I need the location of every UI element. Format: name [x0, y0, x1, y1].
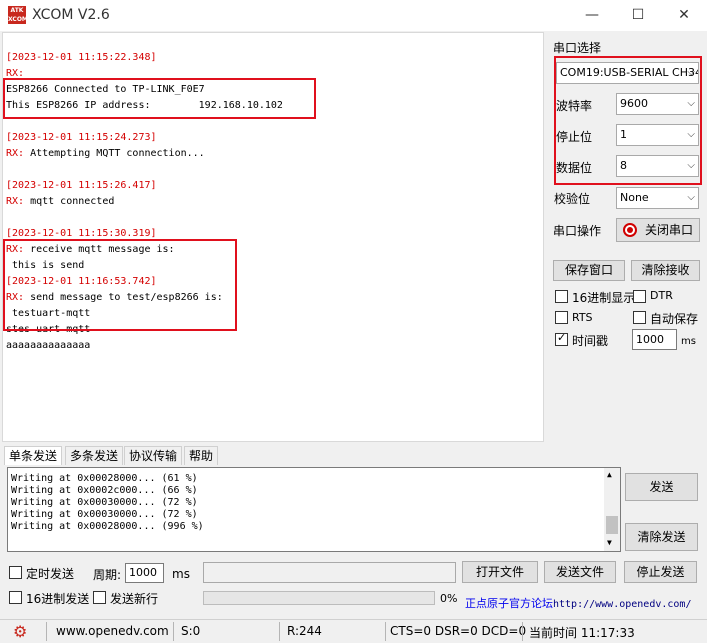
timestamp-line: [2023-12-01 11:15:22.348]	[6, 52, 157, 63]
gear-icon[interactable]: ⚙	[13, 622, 27, 641]
send-newline-label: 发送新行	[110, 592, 159, 606]
chevron-down-icon: ⌵	[687, 98, 695, 109]
dtr-label: DTR	[650, 289, 673, 302]
receive-line: aaaaaaaaaaaaaa	[6, 340, 91, 351]
rts-checkbox[interactable]	[555, 311, 568, 324]
timestamp-line: [2023-12-01 11:15:24.273]	[6, 132, 157, 143]
send-file-button[interactable]: 发送文件	[544, 561, 616, 583]
forum-link[interactable]: 正点原子官方论坛http://www.openedv.com/	[465, 595, 691, 611]
period-label: 周期:	[93, 568, 122, 582]
status-current-time: 当前时间 11:17:33	[529, 626, 635, 640]
send-line: Writing at 0x00028000... (996 %)	[11, 521, 204, 532]
status-site[interactable]: www.openedv.com	[56, 624, 169, 638]
auto-save-checkbox[interactable]	[633, 311, 646, 324]
dtr-checkbox[interactable]	[633, 290, 646, 303]
clear-receive-button[interactable]: 清除接收	[631, 260, 700, 281]
send-button[interactable]: 发送	[625, 473, 698, 501]
timestamp-checkbox[interactable]	[555, 331, 568, 346]
send-textarea[interactable]: Writing at 0x00028000... (61 %) Writing …	[7, 467, 621, 552]
chevron-down-icon: ⌵	[687, 192, 695, 203]
clear-send-button[interactable]: 清除发送	[625, 523, 698, 551]
data-bits-select[interactable]: 8 ⌵	[616, 155, 699, 177]
baud-select[interactable]: 9600 ⌵	[616, 93, 699, 115]
app-logo-icon: ATK XCOM	[8, 6, 28, 24]
parity-label: 校验位	[554, 192, 591, 206]
forum-link-url: http://www.openedv.com/	[553, 599, 692, 610]
timestamp-line: [2023-12-01 11:15:26.417]	[6, 180, 157, 191]
close-port-button[interactable]: 关闭串口	[616, 218, 700, 242]
period-unit: ms	[172, 567, 190, 581]
send-newline-checkbox[interactable]	[93, 591, 106, 604]
receive-text: mqtt connected	[24, 196, 115, 207]
hex-display-label: 16进制显示	[572, 291, 636, 305]
maximize-button[interactable]: ☐	[615, 0, 661, 31]
port-op-label: 串口操作	[553, 224, 602, 238]
chevron-down-icon: ⌵	[687, 67, 695, 78]
send-line: Writing at 0x00030000... (72 %)	[11, 509, 198, 520]
open-file-button[interactable]: 打开文件	[462, 561, 538, 583]
send-line: Writing at 0x00030000... (72 %)	[11, 497, 198, 508]
hex-display-checkbox[interactable]	[555, 290, 568, 303]
stop-bits-select[interactable]: 1 ⌵	[616, 124, 699, 146]
timestamp-interval-input[interactable]: 1000	[632, 329, 677, 350]
port-value: COM19:USB-SERIAL CH34	[560, 66, 699, 79]
record-icon	[623, 223, 637, 237]
tab-multi-send[interactable]: 多条发送	[65, 446, 124, 465]
rts-label: RTS	[572, 311, 593, 324]
status-signals: CTS=0 DSR=0 DCD=0	[390, 624, 527, 638]
status-bar: ⚙ www.openedv.com S:0 R:244 CTS=0 DSR=0 …	[0, 619, 707, 643]
rx-tag: RX:	[6, 196, 25, 207]
scroll-thumb[interactable]	[606, 516, 618, 534]
send-progress-bar	[203, 591, 435, 605]
stop-bits-label: 停止位	[556, 130, 593, 144]
close-button[interactable]: ✕	[661, 0, 707, 31]
file-path-input[interactable]	[203, 562, 456, 583]
stop-bits-value: 1	[620, 128, 627, 141]
progress-percent: 0%	[440, 592, 458, 605]
send-line: Writing at 0x00028000... (61 %)	[11, 473, 198, 484]
chevron-down-icon: ⌵	[687, 129, 695, 140]
hex-send-label: 16进制发送	[26, 592, 90, 606]
baud-label: 波特率	[556, 99, 593, 113]
status-sent-count: S:0	[181, 624, 201, 638]
status-received-count: R:244	[287, 624, 322, 638]
timestamp-unit: ms	[681, 336, 696, 347]
timestamp-label: 时间戳	[572, 334, 609, 348]
timed-send-checkbox[interactable]	[9, 566, 22, 579]
save-window-button[interactable]: 保存窗口	[553, 260, 625, 281]
tab-single-send[interactable]: 单条发送	[4, 446, 63, 465]
port-select[interactable]: COM19:USB-SERIAL CH34 ⌵	[556, 62, 699, 84]
minimize-button[interactable]: —	[569, 0, 615, 31]
rx-tag: RX:	[6, 148, 25, 159]
parity-value: None	[620, 191, 649, 204]
timed-send-label: 定时发送	[26, 567, 75, 581]
forum-link-text: 正点原子官方论坛	[465, 597, 553, 610]
auto-save-label: 自动保存	[650, 312, 699, 326]
title-bar: ATK XCOM XCOM V2.6 — ☐ ✕	[0, 0, 707, 31]
receive-area[interactable]: [2023-12-01 11:15:22.348] RX: ESP8266 Co…	[2, 32, 544, 442]
stop-send-button[interactable]: 停止发送	[624, 561, 697, 583]
send-line: Writing at 0x0002c000... (66 %)	[11, 485, 198, 496]
parity-select[interactable]: None ⌵	[616, 187, 699, 209]
close-port-label: 关闭串口	[645, 223, 694, 237]
scroll-down-icon[interactable]: ▼	[607, 538, 612, 547]
receive-line: RX: Attempting MQTT connection...	[6, 148, 205, 160]
receive-line: RX: mqtt connected	[6, 196, 114, 208]
receive-text: Attempting MQTT connection...	[24, 148, 205, 159]
hex-send-checkbox[interactable]	[9, 591, 22, 604]
tab-protocol[interactable]: 协议传输	[124, 446, 183, 465]
send-scrollbar[interactable]: ▲ ▼	[604, 468, 620, 551]
scroll-up-icon[interactable]: ▲	[607, 470, 612, 479]
data-bits-value: 8	[620, 159, 627, 172]
highlight-box	[3, 239, 237, 331]
window-title: XCOM V2.6	[32, 7, 110, 23]
period-input[interactable]: 1000	[125, 563, 164, 583]
data-bits-label: 数据位	[556, 161, 593, 175]
tab-help[interactable]: 帮助	[184, 446, 219, 465]
highlight-box	[3, 78, 316, 119]
chevron-down-icon: ⌵	[687, 160, 695, 171]
port-select-label: 串口选择	[553, 41, 602, 55]
baud-value: 9600	[620, 97, 648, 110]
